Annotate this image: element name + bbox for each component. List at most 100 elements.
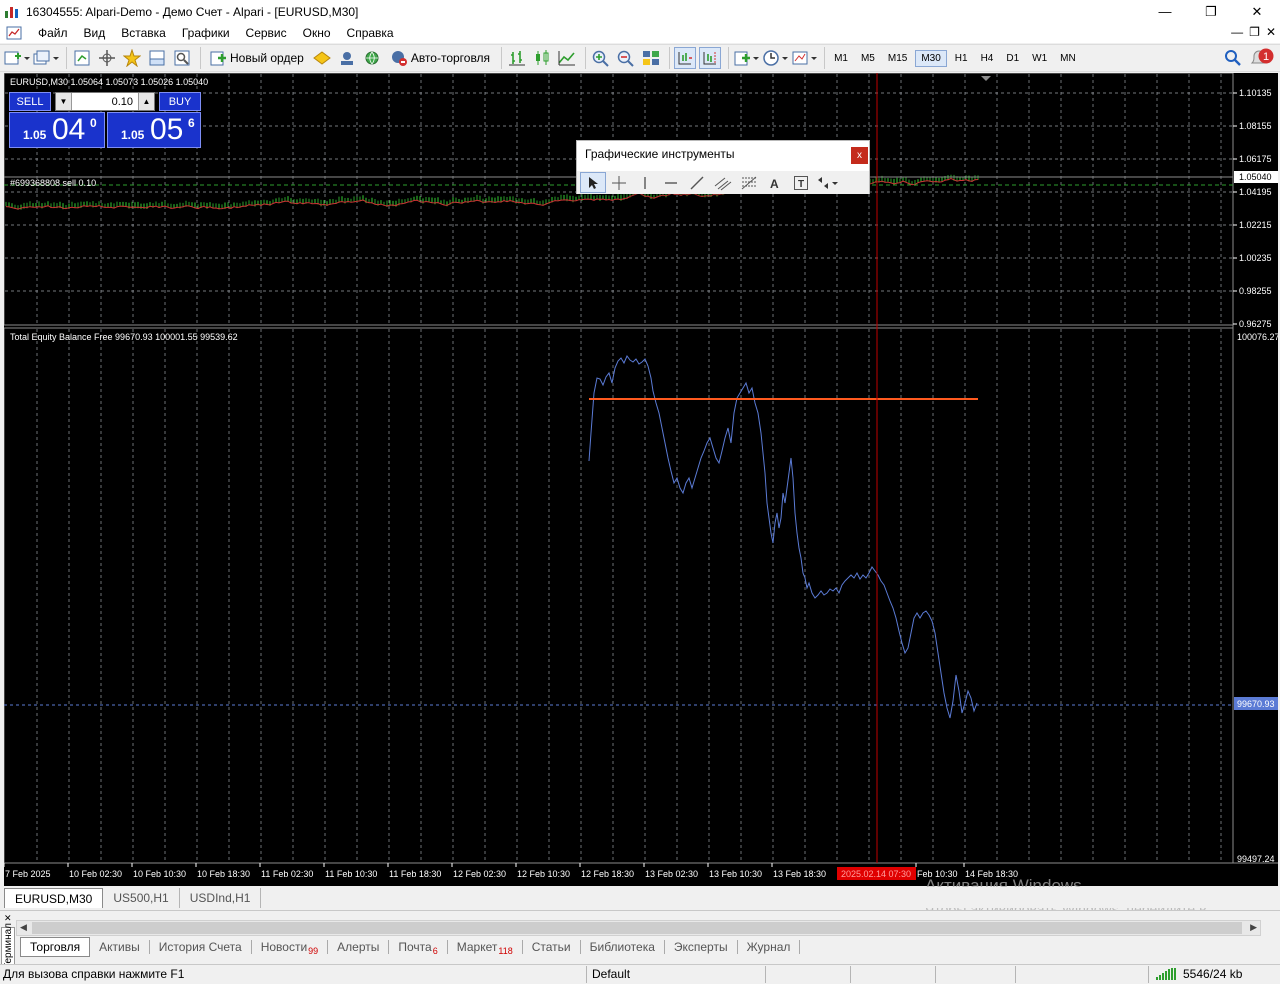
tab-code-base[interactable]: Библиотека (581, 940, 665, 954)
window-title: 16304555: Alpari-Demo - Демо Счет - Alpa… (26, 4, 359, 19)
buy-button[interactable]: BUY (159, 92, 201, 111)
timeframe-d1[interactable]: D1 (1001, 51, 1024, 66)
chart-tab-usdind-h1[interactable]: USDInd,H1 (180, 888, 262, 908)
scrollbar-thumb[interactable] (32, 922, 1242, 934)
chart-shift-marker[interactable] (981, 76, 991, 81)
lot-size-value[interactable]: 0.10 (72, 96, 138, 108)
tile-windows-button[interactable] (640, 47, 662, 69)
buy-price-prefix: 1.05 (121, 128, 145, 142)
bar-chart-button[interactable] (506, 47, 528, 69)
text-tool-button[interactable]: A (762, 172, 788, 193)
timeframe-m30[interactable]: M30 (915, 49, 947, 67)
periods-button[interactable] (762, 47, 789, 69)
menu-help[interactable]: Справка (339, 26, 402, 40)
tab-alerts[interactable]: Алерты (328, 940, 390, 954)
cursor-tool-button[interactable] (580, 172, 606, 193)
buy-price-button[interactable]: 1.05 05 6 (107, 112, 201, 148)
signals-icon (340, 52, 353, 65)
navigator-button[interactable] (121, 47, 143, 69)
tab-mailbox[interactable]: Почта 6 (389, 940, 448, 956)
chart-tab-us500-h1[interactable]: US500,H1 (103, 888, 180, 908)
svg-text:A: A (770, 177, 779, 191)
timeframe-m5[interactable]: M5 (856, 51, 880, 66)
strategy-tester-button[interactable] (171, 47, 193, 69)
child-close-button[interactable]: ✕ (1266, 25, 1276, 39)
mail-count-badge: 6 (432, 946, 438, 956)
terminal-button[interactable] (146, 47, 168, 69)
tab-journal[interactable]: Журнал (738, 940, 801, 954)
search-button[interactable] (1224, 49, 1242, 70)
chart-tab-eurusd-m30[interactable]: EURUSD,M30 (4, 888, 104, 908)
chart-shift-button[interactable] (674, 47, 697, 69)
connection-status[interactable]: 5546/24 kb (1155, 967, 1242, 981)
status-help-text: Для вызова справки нажмите F1 (3, 967, 185, 981)
close-button[interactable]: ✕ (1234, 0, 1280, 23)
tab-assets[interactable]: Активы (90, 940, 150, 954)
lot-size-input[interactable]: ▼ 0.10 ▲ (55, 92, 155, 111)
menu-insert[interactable]: Вставка (113, 26, 174, 40)
equidistant-channel-tool-button[interactable] (710, 172, 736, 193)
arrows-tool-button[interactable] (814, 172, 840, 193)
indicators-button[interactable] (733, 47, 760, 69)
crosshair-tool-button[interactable] (606, 172, 632, 193)
notifications-button[interactable]: 1 (1250, 47, 1274, 72)
meta-editor-button[interactable] (311, 47, 333, 69)
graphical-tools-title[interactable]: Графические инструменты (585, 147, 735, 161)
data-window-button[interactable] (96, 47, 118, 69)
timeframe-mn[interactable]: MN (1055, 51, 1081, 66)
text-label-tool-button[interactable]: T (788, 172, 814, 193)
menu-window[interactable]: Окно (295, 26, 339, 40)
timeframe-m1[interactable]: M1 (829, 51, 853, 66)
maximize-button[interactable]: ❐ (1188, 0, 1234, 23)
new-order-button[interactable]: Новый ордер (205, 47, 308, 69)
signals-button[interactable] (336, 47, 358, 69)
zoom-out-button[interactable] (615, 47, 637, 69)
chart-canvas[interactable]: #699368808 sell 0.10 EURUSD,M30 1.05064 … (4, 73, 1278, 886)
buy-price-fraction: 6 (188, 116, 195, 130)
timeframe-m15[interactable]: M15 (883, 51, 912, 66)
new-chart-button[interactable] (4, 47, 30, 69)
scroll-left-icon[interactable]: ◀ (20, 922, 27, 933)
horizontal-line-tool-button[interactable] (658, 172, 684, 193)
sell-price-button[interactable]: 1.05 04 0 (9, 112, 105, 148)
profiles-button[interactable] (33, 47, 59, 69)
auto-trading-button[interactable]: Авто-торговля (386, 47, 494, 69)
tab-experts[interactable]: Эксперты (665, 940, 738, 954)
tab-news[interactable]: Новости 99 (252, 940, 329, 956)
fibonacci-tool-button[interactable] (736, 172, 762, 193)
line-chart-button[interactable] (556, 47, 578, 69)
time-axis-label: 10 Feb 02:30 (69, 869, 122, 879)
tab-articles[interactable]: Статьи (523, 940, 581, 954)
scroll-right-icon[interactable]: ▶ (1250, 922, 1257, 933)
timeframe-h4[interactable]: H4 (976, 51, 999, 66)
auto-scroll-button[interactable] (699, 47, 722, 69)
timeframe-w1[interactable]: W1 (1027, 51, 1052, 66)
vps-button[interactable] (361, 47, 383, 69)
lot-increase-icon[interactable]: ▲ (138, 93, 154, 110)
menu-tools[interactable]: Сервис (238, 26, 295, 40)
sell-button[interactable]: SELL (9, 92, 51, 111)
vertical-line-tool-button[interactable] (632, 172, 658, 193)
menu-view[interactable]: Вид (76, 26, 114, 40)
menu-file[interactable]: Файл (30, 26, 76, 40)
lot-dropdown-icon[interactable]: ▼ (56, 93, 72, 110)
market-watch-button[interactable] (71, 47, 93, 69)
trendline-tool-button[interactable] (684, 172, 710, 193)
menu-charts[interactable]: Графики (174, 26, 238, 40)
tab-trade[interactable]: Торговля (20, 937, 91, 957)
crosshair-move-icon (99, 50, 115, 66)
chart-area[interactable]: #699368808 sell 0.10 EURUSD,M30 1.05064 … (4, 73, 1278, 886)
chart-window-icon (6, 26, 22, 40)
child-minimize-button[interactable]: — (1231, 25, 1243, 39)
timeframe-h1[interactable]: H1 (950, 51, 973, 66)
child-restore-button[interactable]: ❐ (1249, 25, 1260, 39)
tab-market[interactable]: Маркет 118 (448, 940, 523, 956)
candlestick-button[interactable] (531, 47, 553, 69)
chart-header: EURUSD,M30 1.05064 1.05073 1.05026 1.050… (10, 77, 208, 87)
terminal-horizontal-scrollbar[interactable]: ◀ ▶ (16, 920, 1261, 936)
graphical-tools-close-button[interactable]: x (851, 147, 868, 164)
zoom-in-button[interactable] (590, 47, 612, 69)
minimize-button[interactable]: — (1142, 0, 1188, 23)
tab-account-history[interactable]: История Счета (150, 940, 252, 954)
templates-button[interactable] (791, 47, 818, 69)
